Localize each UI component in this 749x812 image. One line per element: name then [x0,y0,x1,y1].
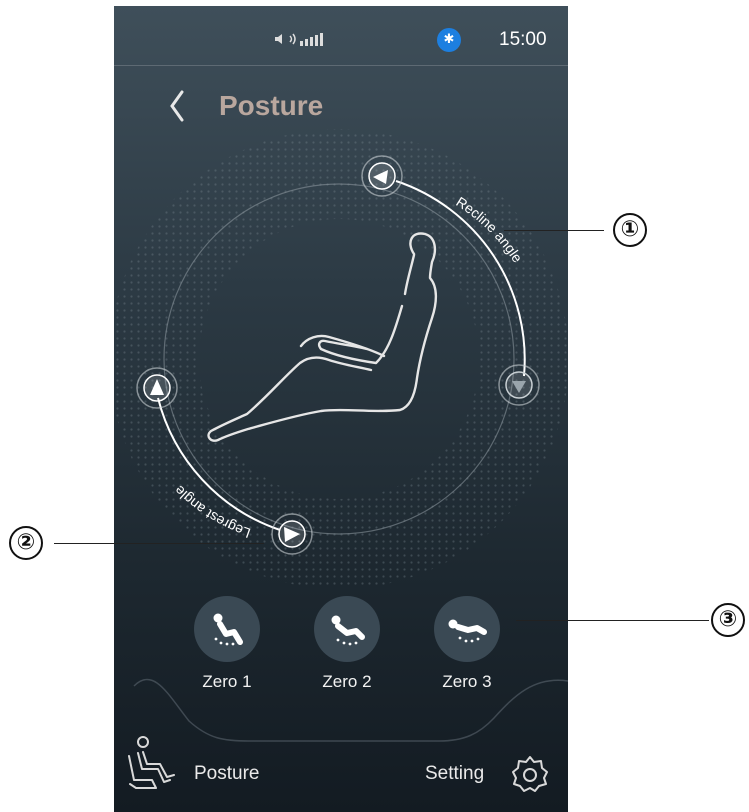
zero-gravity-3-icon [434,596,500,662]
zero-gravity-1-icon [194,596,260,662]
callout-1: ① [613,213,647,247]
callout-line-3 [516,620,709,621]
preset-zero-2[interactable]: Zero 2 [307,596,387,692]
chair-person-icon[interactable] [126,736,178,794]
callout-line-1 [504,230,604,231]
callout-3: ③ [711,603,745,637]
gear-icon[interactable] [510,754,550,794]
dotted-halo [114,129,568,589]
preset-label: Zero 3 [442,672,492,691]
preset-label: Zero 2 [322,672,372,691]
preset-zero-3[interactable]: Zero 3 [427,596,507,692]
nav-setting-label[interactable]: Setting [425,763,484,785]
nav-posture-label[interactable]: Posture [194,763,259,785]
callout-line-2 [54,543,264,544]
zero-gravity-2-icon [314,596,380,662]
preset-label: Zero 1 [202,672,252,691]
phone-screen: ✱ 15:00 Posture Recline angle Legrest an… [114,6,568,812]
callout-2: ② [9,526,43,560]
preset-zero-1[interactable]: Zero 1 [187,596,267,692]
